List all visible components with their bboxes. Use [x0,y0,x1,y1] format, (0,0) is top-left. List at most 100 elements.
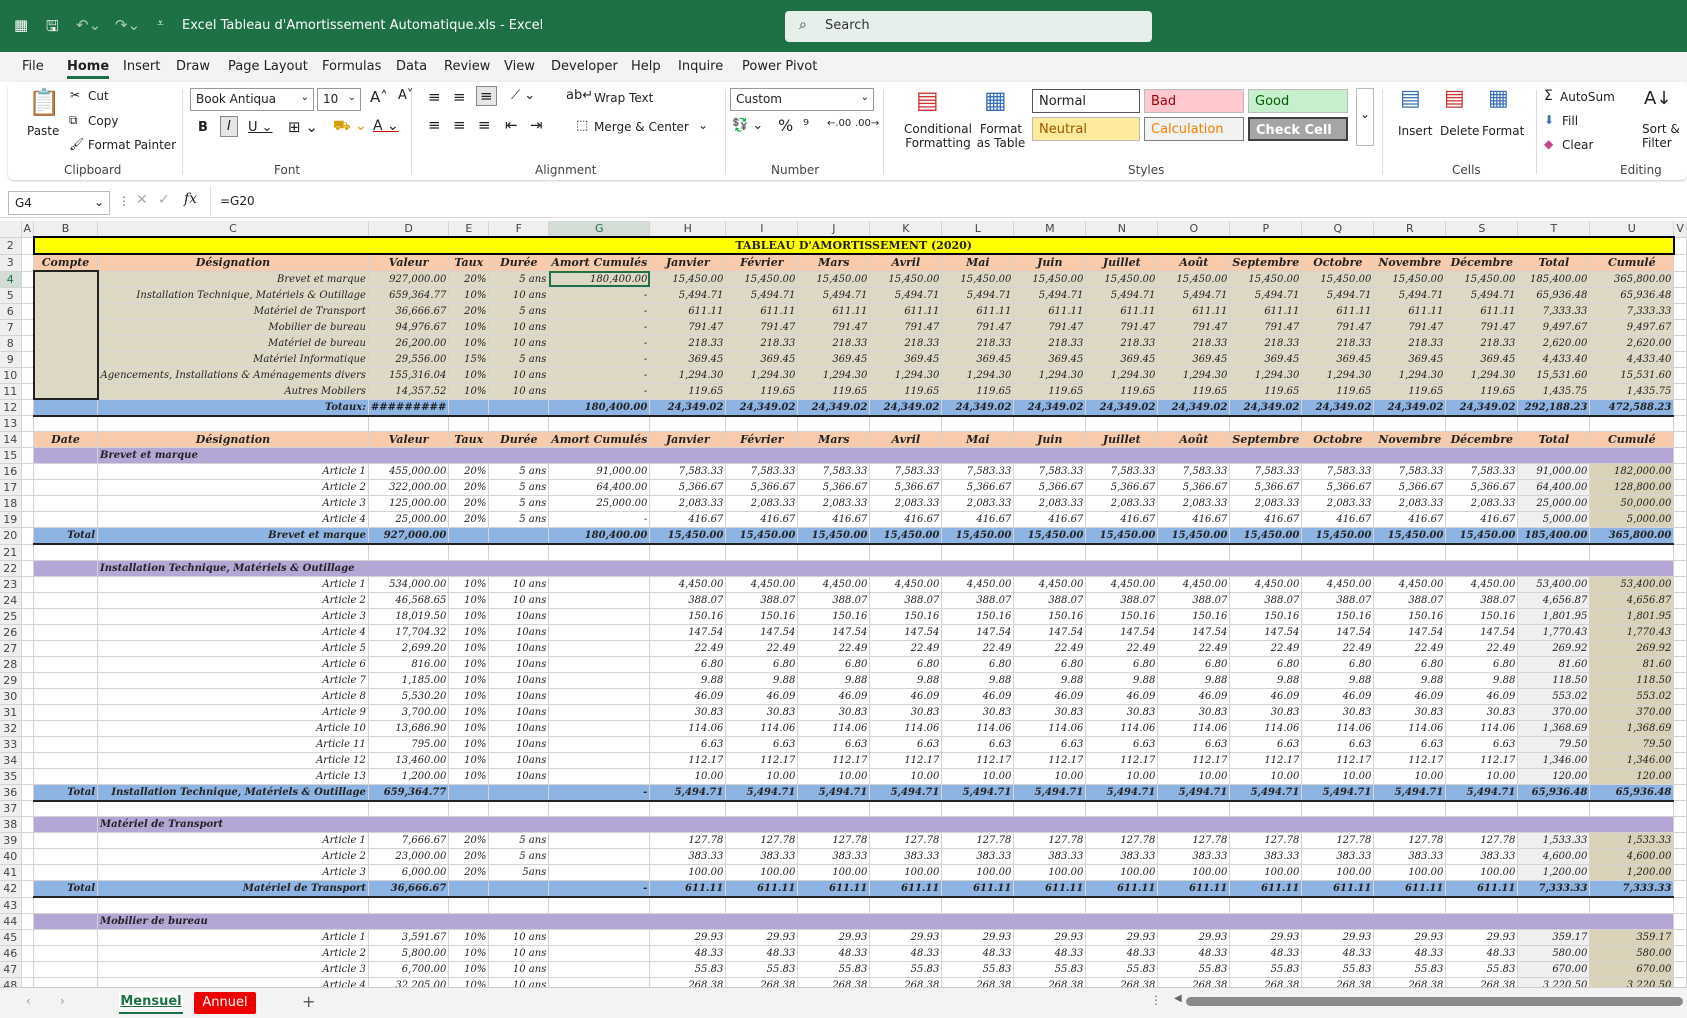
month-cell[interactable]: 268.38 [1373,977,1447,987]
cell[interactable] [33,398,99,417]
copy-button[interactable]: Copy [88,114,118,128]
column-title[interactable]: Désignation [97,254,369,272]
column-title[interactable]: Amort Cumulés [548,431,651,448]
month-cell[interactable]: 7,583.33 [941,463,1015,480]
cumul-cell[interactable]: 15,531.60 [1589,367,1675,384]
total-cell[interactable]: 7,333.33 [1517,303,1591,320]
month-cell[interactable]: 383.33 [1229,848,1303,865]
month-cell[interactable]: 369.45 [725,351,799,368]
month-cell[interactable]: 416.67 [1445,511,1519,528]
column-title[interactable]: Date [33,431,99,448]
row-header[interactable]: 29 [0,672,22,689]
cumul-cell[interactable]: 1,435.75 [1589,383,1675,400]
month-cell[interactable]: 9.88 [1301,672,1375,689]
column-title[interactable]: Octobre [1301,254,1375,272]
month-cell[interactable]: 55.83 [797,961,871,978]
format-cells-button[interactable]: Format [1482,124,1524,138]
month-cell[interactable]: 48.33 [1085,945,1159,962]
month-cell[interactable]: 2,083.33 [649,495,727,512]
month-cell[interactable]: 24,349.02 [725,398,799,417]
cell[interactable] [1673,495,1687,512]
month-cell[interactable]: 2,083.33 [797,495,871,512]
increase-font-icon[interactable]: A˄ [370,88,388,106]
month-cell[interactable]: 6.63 [869,736,943,753]
month-cell[interactable]: 5,366.67 [1373,479,1447,496]
cell[interactable] [1673,929,1687,946]
duration-cell[interactable]: 5 ans [488,271,550,288]
month-cell[interactable]: 29.93 [1373,929,1447,946]
month-cell[interactable]: 46.09 [1085,688,1159,705]
rate-cell[interactable]: 10% [448,624,490,641]
month-cell[interactable]: 388.07 [1445,592,1519,609]
cumul-cell[interactable]: 118.50 [1589,672,1675,689]
cell[interactable] [488,897,550,914]
amort-cell[interactable]: - [548,383,651,400]
month-cell[interactable]: 369.45 [1373,351,1447,368]
duration-cell[interactable]: 10ans [488,704,550,721]
tab-annuel[interactable]: Annuel [194,992,256,1014]
value-cell[interactable]: 13,686.90 [368,720,450,737]
month-cell[interactable]: 4,450.00 [1229,576,1303,593]
styles-more-icon[interactable]: ⌄ [1356,88,1374,146]
column-title[interactable]: Désignation [97,431,369,448]
duration-cell[interactable]: 5 ans [488,511,550,528]
total-cell[interactable]: 79.50 [1517,736,1591,753]
month-cell[interactable]: 383.33 [1157,848,1231,865]
month-cell[interactable]: 100.00 [1157,864,1231,881]
designation-cell[interactable]: Installation Technique, Matériels & Outi… [97,783,369,802]
format-as-table-button[interactable]: Format as Table [972,122,1030,150]
month-cell[interactable]: 24,349.02 [649,398,727,417]
cell[interactable] [448,544,490,561]
category-title[interactable]: Brevet et marque [97,447,1675,464]
rate-cell[interactable]: 10% [448,977,490,987]
cumul-cell[interactable]: 4,656.87 [1589,592,1675,609]
duration-cell[interactable]: 10ans [488,672,550,689]
amort-cell[interactable]: - [548,880,651,898]
search-box[interactable]: ⌕ Search [785,11,1152,42]
align-right-icon[interactable]: ≡ [478,116,491,134]
month-cell[interactable]: 218.33 [1373,335,1447,352]
month-cell[interactable]: 112.17 [1373,752,1447,769]
month-cell[interactable]: 150.16 [1301,608,1375,625]
month-cell[interactable]: 10.00 [941,768,1015,785]
month-cell[interactable]: 127.78 [1157,832,1231,849]
month-cell[interactable]: 4,450.00 [797,576,871,593]
value-cell[interactable]: 927,000.00 [368,271,450,288]
cell[interactable] [21,656,35,673]
cell[interactable] [1085,544,1159,561]
cell[interactable] [368,544,450,561]
cell[interactable] [33,913,99,930]
month-cell[interactable]: 10.00 [725,768,799,785]
designation-cell[interactable]: Article 3 [97,961,369,978]
cell[interactable] [21,576,35,593]
value-cell[interactable]: 3,591.67 [368,929,450,946]
cell[interactable] [1673,576,1687,593]
month-cell[interactable]: 10.00 [649,768,727,785]
month-cell[interactable]: 388.07 [869,592,943,609]
cell[interactable] [1301,897,1375,914]
cell[interactable] [649,415,727,432]
month-cell[interactable]: 15,450.00 [1085,271,1159,288]
total-cell[interactable]: 1,770.43 [1517,624,1591,641]
month-cell[interactable]: 150.16 [869,608,943,625]
column-header-b[interactable]: B [33,221,99,238]
amort-cell[interactable] [548,977,651,987]
style-calculation[interactable]: Calculation [1144,117,1244,141]
month-cell[interactable]: 383.33 [1301,848,1375,865]
cell[interactable] [1673,897,1687,914]
month-cell[interactable]: 24,349.02 [1445,398,1519,417]
value-cell[interactable]: ######### [368,398,450,417]
amort-cell[interactable] [548,656,651,673]
cell[interactable] [368,415,450,432]
rate-cell[interactable]: 20% [448,511,490,528]
month-cell[interactable]: 46.09 [649,688,727,705]
date-cell[interactable] [33,656,99,673]
row-header[interactable]: 2 [0,237,22,255]
row-header[interactable]: 16 [0,463,22,480]
month-cell[interactable]: 46.09 [869,688,943,705]
style-normal[interactable]: Normal [1032,89,1140,113]
month-cell[interactable]: 218.33 [1301,335,1375,352]
value-cell[interactable]: 659,364.77 [368,287,450,304]
month-cell[interactable]: 22.49 [869,640,943,657]
month-cell[interactable]: 416.67 [725,511,799,528]
